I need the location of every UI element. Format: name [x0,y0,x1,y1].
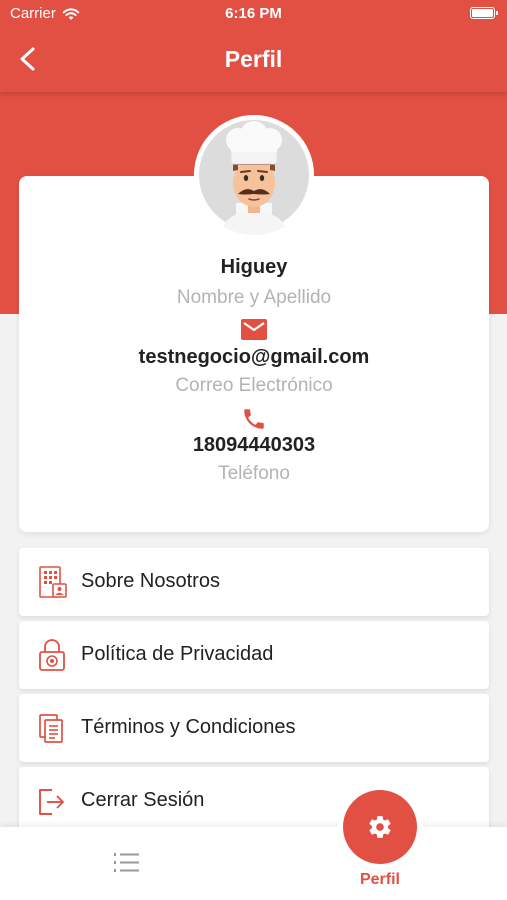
menu-item-label: Política de Privacidad [81,643,274,665]
page-title: Perfil [224,46,283,72]
gear-icon [369,816,391,838]
chef-avatar-image [194,115,314,235]
chef-avatar [194,115,314,235]
email-icon [241,319,267,340]
menu-item-privacy-policy[interactable]: Política de Privacidad [19,621,489,689]
menu-item-about-us[interactable]: Sobre Nosotros [19,548,489,616]
profile-email: testnegocio@gmail.com [138,346,370,368]
menu-item-label: Sobre Nosotros [81,570,220,592]
menu-item-label: Términos y Condiciones [81,716,296,738]
tab-profile-label: Perfil [359,871,400,888]
lock-icon [39,639,65,671]
profile-name: Higuey [220,256,288,278]
building-icon [39,566,67,598]
logout-icon [39,789,64,815]
menu-item-terms-conditions[interactable]: Términos y Condiciones [19,694,489,762]
profile-phone-label: Teléfono [218,463,290,484]
tab-list-icon[interactable] [113,851,141,875]
tab-profile-button[interactable] [343,790,417,864]
menu-item-logout[interactable]: Cerrar Sesión [19,767,489,835]
status-time: 6:16 PM [225,5,282,22]
status-bar: Carrier 6:16 PM [0,0,507,28]
documents-icon [39,714,63,743]
tab-bar [0,827,507,900]
menu-item-label: Cerrar Sesión [81,789,205,811]
phone-icon [244,409,264,429]
battery-icon [470,7,498,19]
profile-phone: 18094440303 [192,434,316,456]
profile-email-label: Correo Electrónico [175,375,333,396]
profile-name-label: Nombre y Apellido [176,287,332,308]
nav-bar: Perfil [0,28,507,92]
